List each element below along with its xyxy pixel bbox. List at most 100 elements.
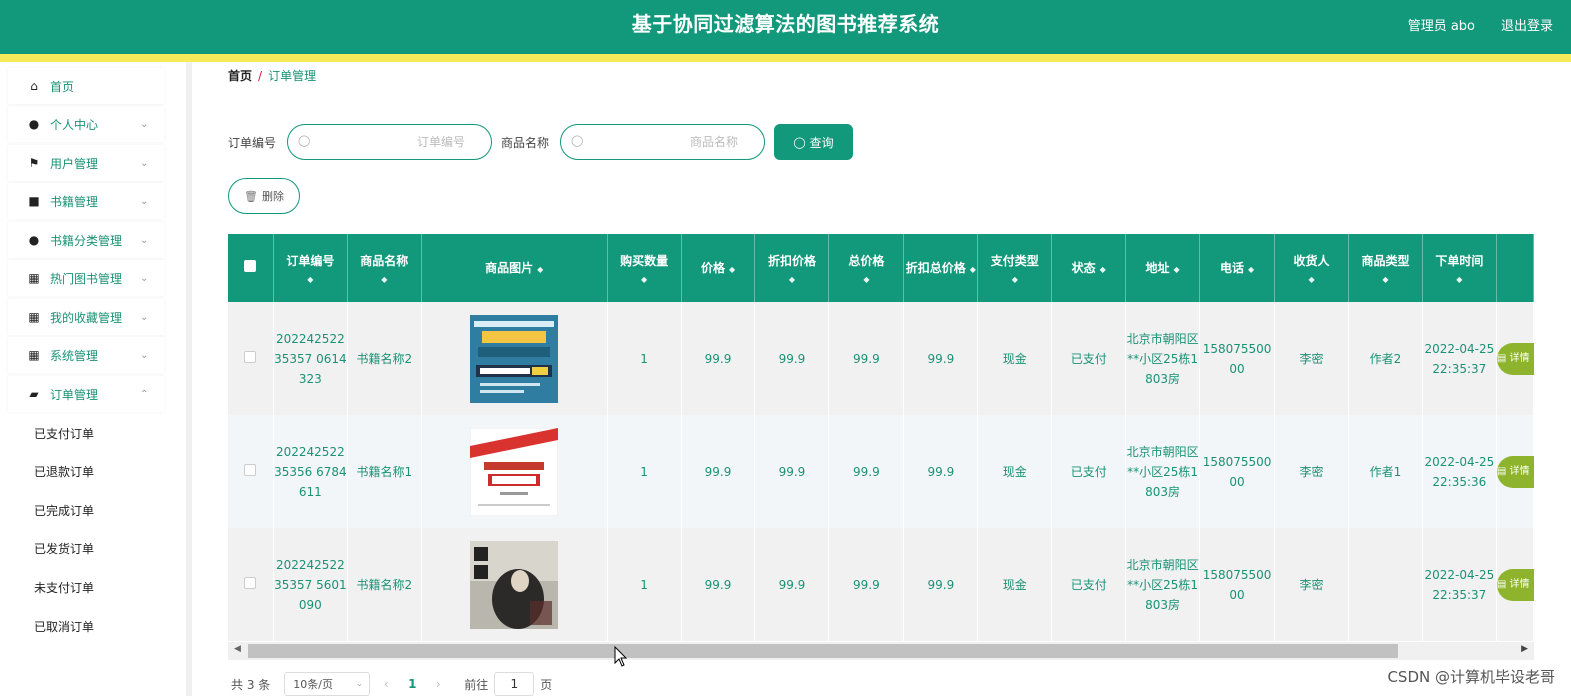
row-checkbox[interactable] (244, 463, 257, 476)
header-receiver[interactable]: 收货人 ◆ (1274, 234, 1349, 302)
sort-icon[interactable]: ◆ (1100, 265, 1106, 274)
page-size-select[interactable]: 10条/页 ⌄ (284, 672, 371, 696)
sidebar-item-personal-center[interactable]: ● 个人中心 ⌄ (8, 106, 164, 142)
book-cover-image[interactable] (470, 540, 559, 629)
header-order-time[interactable]: 下单时间 ◆ (1422, 234, 1497, 302)
sort-icon[interactable]: ◆ (970, 265, 976, 274)
detail-button[interactable]: ▤ 详情 (1496, 455, 1534, 488)
detail-button-label: 详情 (1509, 578, 1530, 590)
detail-button[interactable]: ▤ 详情 (1496, 568, 1534, 601)
sidebar-subitem-refunded[interactable]: 已退款订单 (8, 453, 164, 489)
sort-icon[interactable]: ◆ (829, 273, 903, 287)
goto-page-input[interactable]: 1 (494, 672, 535, 696)
current-page[interactable]: 1 (402, 677, 422, 691)
sidebar-subitem-paid[interactable]: 已支付订单 (8, 415, 164, 451)
sort-icon[interactable]: ◆ (755, 273, 828, 287)
header-label: 购买数量 (620, 254, 669, 268)
sort-icon[interactable]: ◆ (1423, 273, 1496, 287)
doc-icon: ▤ (1496, 578, 1510, 590)
header-discount-price[interactable]: 折扣价格 ◆ (754, 234, 830, 302)
admin-username: 管理员 abo (1407, 19, 1475, 34)
header-address[interactable]: 地址 ◆ (1125, 234, 1201, 302)
sidebar-item-label: 首页 (50, 79, 75, 94)
trash-icon: 🗑 (244, 189, 258, 203)
chevron-down-icon: ⌄ (140, 195, 149, 207)
table-horizontal-scrollbar[interactable]: ◀ ▶ (228, 642, 1534, 660)
breadcrumb-home[interactable]: 首页 (228, 69, 252, 83)
sort-icon[interactable]: ◆ (274, 273, 347, 287)
header-payment-type[interactable]: 支付类型 ◆ (977, 234, 1053, 302)
product-name-input[interactable] (589, 133, 738, 151)
row-checkbox[interactable] (244, 350, 257, 363)
delete-button-label: 删除 (261, 190, 284, 203)
book-cover-image[interactable] (470, 427, 559, 516)
select-all-checkbox[interactable] (228, 234, 274, 302)
cell-discount-price: 99.9 (754, 528, 830, 641)
header-product-image[interactable]: 商品图片 ◆ (421, 234, 608, 302)
sidebar-item-hot-books[interactable]: ▦ 热门图书管理 ⌄ (8, 260, 164, 296)
chevron-down-icon: ⌄ (140, 349, 149, 361)
query-button[interactable]: ◯ 查询 (774, 124, 853, 160)
sidebar-subitem-completed[interactable]: 已完成订单 (8, 492, 164, 528)
sidebar-item-book-management[interactable]: ■ 书籍管理 ⌄ (8, 183, 164, 219)
product-name-label: 商品名称 (501, 136, 550, 150)
sort-icon[interactable]: ◆ (729, 265, 735, 274)
header-status[interactable]: 状态 ◆ (1051, 234, 1127, 302)
header-product-type[interactable]: 商品类型 ◆ (1348, 234, 1423, 302)
goto-label: 前往 (464, 677, 489, 692)
home-icon: ⌂ (30, 79, 38, 93)
sidebar-subitem-cancelled[interactable]: 已取消订单 (8, 608, 164, 644)
next-page-button[interactable]: › (422, 677, 454, 691)
app-title: 基于协同过滤算法的图书推荐系统 (631, 12, 940, 36)
cell-payment-type: 现金 (977, 528, 1053, 641)
chevron-down-icon: ⌄ (355, 679, 364, 689)
user-icon: ● (28, 117, 40, 131)
sidebar-subitem-unpaid[interactable]: 未支付订单 (8, 569, 164, 605)
detail-button[interactable]: ▤ 详情 (1496, 342, 1534, 375)
sidebar-item-favorites[interactable]: ▦ 我的收藏管理 ⌄ (8, 299, 164, 335)
header-quantity[interactable]: 购买数量 ◆ (607, 234, 682, 302)
header-order-number[interactable]: 订单编号 ◆ (273, 234, 348, 302)
header-phone[interactable]: 电话 ◆ (1199, 234, 1276, 302)
sidebar-item-book-category[interactable]: ● 书籍分类管理 ⌄ (8, 222, 164, 258)
cell-phone: 15807550000 (1199, 302, 1276, 415)
header-label: 收货人 (1293, 254, 1330, 268)
sidebar-item-home[interactable]: ⌂ 首页 (8, 68, 164, 104)
sort-icon[interactable]: ◆ (608, 273, 681, 287)
order-number-input[interactable] (316, 133, 465, 151)
row-checkbox-cell[interactable] (228, 528, 274, 641)
header-price[interactable]: 价格 ◆ (681, 234, 756, 302)
delete-button[interactable]: 🗑 删除 (228, 178, 300, 214)
row-checkbox-cell[interactable] (228, 302, 274, 415)
book-cover-image[interactable] (470, 314, 559, 403)
row-checkbox-cell[interactable] (228, 415, 274, 528)
cell-product-image (421, 528, 608, 641)
sidebar-item-label: 个人中心 (50, 117, 99, 132)
sidebar-item-system[interactable]: ▦ 系统管理 ⌄ (8, 337, 164, 373)
sidebar-subitem-label: 未支付订单 (34, 580, 95, 595)
row-checkbox[interactable] (244, 576, 257, 589)
header-product-name[interactable]: 商品名称 ◆ (347, 234, 422, 302)
sidebar-item-orders[interactable]: ▰ 订单管理 ⌃ (8, 376, 164, 412)
scroll-left-arrow-icon[interactable]: ◀ (234, 644, 241, 654)
sort-icon[interactable]: ◆ (1275, 273, 1348, 287)
header-discount-total[interactable]: 折扣总价格 ◆ (903, 234, 979, 302)
sort-icon[interactable]: ◆ (978, 273, 1051, 287)
header-total-price[interactable]: 总价格 ◆ (828, 234, 905, 302)
logout-link[interactable]: 退出登录 (1501, 15, 1553, 34)
sort-icon[interactable]: ◆ (348, 273, 421, 287)
sidebar-item-user-management[interactable]: ⚑ 用户管理 ⌄ (8, 145, 164, 181)
cell-price: 99.9 (681, 302, 756, 415)
sidebar-divider[interactable] (186, 62, 192, 696)
sort-icon[interactable]: ◆ (1349, 273, 1422, 287)
header-label: 电话 (1219, 261, 1244, 275)
search-icon: ◯ (571, 134, 584, 147)
scrollbar-thumb[interactable] (248, 644, 1398, 658)
prev-page-button[interactable]: ‹ (370, 677, 402, 691)
sort-icon[interactable]: ◆ (1174, 265, 1180, 274)
sidebar-subitem-shipped[interactable]: 已发货订单 (8, 530, 164, 566)
scroll-right-arrow-icon[interactable]: ▶ (1521, 644, 1528, 654)
mouse-pointer-icon (614, 646, 628, 667)
sort-icon[interactable]: ◆ (537, 265, 543, 274)
sort-icon[interactable]: ◆ (1248, 265, 1254, 274)
